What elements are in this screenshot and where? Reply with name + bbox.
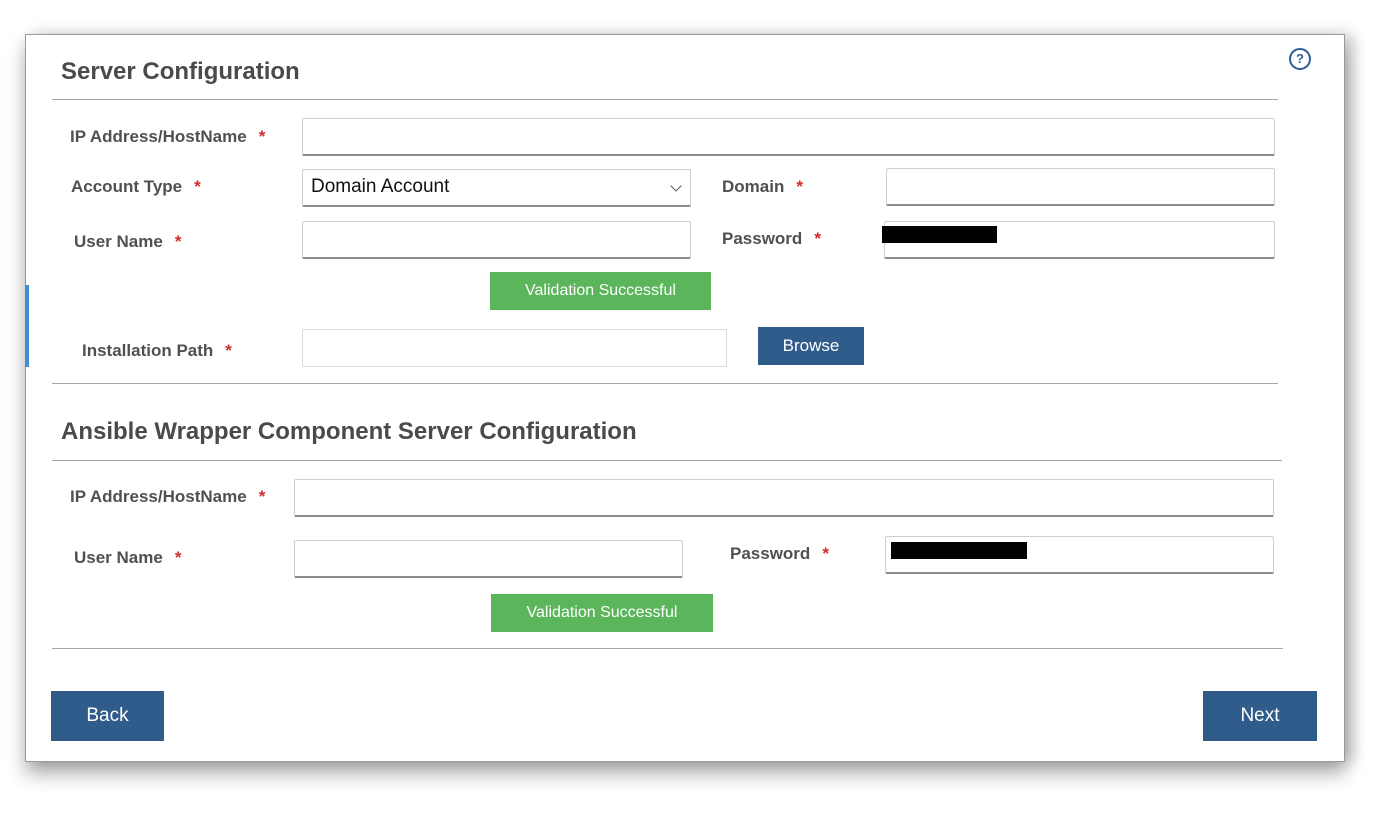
installation-path-label: Installation Path * [82,341,232,360]
required-marker: * [194,177,201,196]
server-config-title: Server Configuration [61,58,300,85]
section-divider [52,99,1278,100]
required-marker: * [258,127,266,146]
username-label: User Name * [74,232,182,251]
redacted-password [882,226,997,243]
question-circle-icon[interactable]: ? [1289,48,1311,70]
redacted-password [891,542,1027,559]
domain-input[interactable] [886,168,1275,206]
required-marker: * [174,232,182,251]
footer-divider [52,648,1283,649]
validation-successful-button[interactable]: Validation Successful [490,272,711,310]
ip-address-label: IP Address/HostName * [70,127,266,146]
browse-button[interactable]: Browse [758,327,864,365]
account-type-selected-value: Domain Account [311,176,450,197]
section-divider [52,383,1278,384]
ansible-username-input[interactable] [294,540,683,578]
domain-label: Domain * [722,177,803,196]
account-type-label: Account Type * [71,177,201,196]
ip-address-input[interactable] [302,118,1275,156]
chevron-down-icon [670,180,682,192]
installation-path-input[interactable] [302,329,727,367]
section-divider [52,460,1282,461]
account-type-select[interactable]: Domain Account [302,169,691,207]
required-marker: * [814,229,821,248]
required-marker: * [796,177,803,196]
ansible-ip-address-label: IP Address/HostName * [70,487,266,506]
required-marker: * [174,548,182,567]
required-marker: * [258,487,266,506]
ansible-validation-successful-button[interactable]: Validation Successful [491,594,713,632]
required-marker: * [225,341,232,360]
username-input[interactable] [302,221,691,259]
ansible-username-label: User Name * [74,548,182,567]
ansible-password-label: Password * [730,544,829,563]
left-accent-bar [25,285,29,367]
next-button[interactable]: Next [1203,691,1317,741]
back-button[interactable]: Back [51,691,164,741]
required-marker: * [822,544,829,563]
password-label: Password * [722,229,821,248]
ansible-ip-address-input[interactable] [294,479,1274,517]
ansible-config-title: Ansible Wrapper Component Server Configu… [61,418,637,445]
